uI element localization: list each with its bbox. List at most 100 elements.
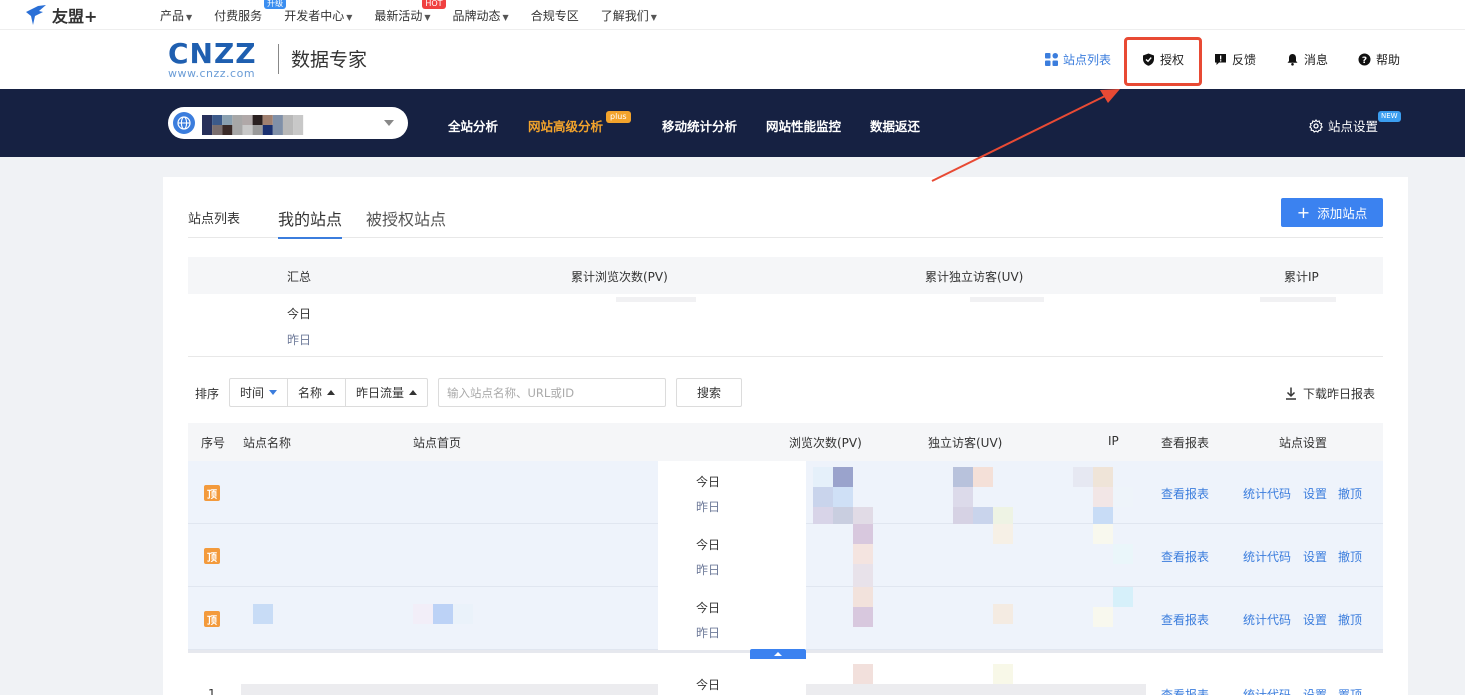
header: CNZZ www.cnzz.com 数据专家 站点列表 授权 反馈 消息 ? 帮… xyxy=(0,30,1465,89)
blurred-pv xyxy=(813,467,873,524)
row-today: 今日 xyxy=(696,475,721,489)
col-site-settings: 站点设置 xyxy=(1279,436,1328,450)
row-today: 今日 xyxy=(696,678,721,692)
stat-code-link[interactable]: 统计代码 xyxy=(1243,485,1291,502)
feedback-link[interactable]: 反馈 xyxy=(1214,51,1256,68)
blurred-site-name xyxy=(241,684,658,695)
site-search-input[interactable] xyxy=(438,378,666,407)
umeng-logo[interactable]: 友盟+ xyxy=(24,3,97,27)
download-report-link[interactable]: 下载昨日报表 xyxy=(1285,385,1375,402)
top-menu-developer[interactable]: 开发者中心 ▼ xyxy=(284,7,352,24)
blurred-pv xyxy=(853,524,873,587)
upgrade-badge: 升级 xyxy=(264,0,287,9)
settings-link[interactable]: 设置 xyxy=(1303,686,1327,695)
product-name: 数据专家 xyxy=(291,49,368,71)
top-menu-paid-services[interactable]: 付费服务 升级 xyxy=(214,0,287,24)
chevron-down-icon: ▼ xyxy=(650,12,657,22)
row-yesterday: 昨日 xyxy=(696,563,721,577)
top-menu-about[interactable]: 了解我们 ▼ xyxy=(601,7,657,24)
stat-code-link[interactable]: 统计代码 xyxy=(1243,686,1291,695)
row-yesterday: 昨日 xyxy=(696,500,721,514)
blurred-ip xyxy=(1093,524,1133,587)
date-cell xyxy=(658,587,806,650)
summary-col-pv: 累计浏览次数(PV) xyxy=(571,270,668,284)
gear-icon xyxy=(1309,118,1323,133)
blurred-homepage xyxy=(413,604,473,624)
col-site-name: 站点名称 xyxy=(243,436,292,450)
umeng-bird-icon xyxy=(26,5,46,25)
top-menu-activities[interactable]: 最新活动 HOT ▼ xyxy=(374,0,446,24)
date-cell xyxy=(658,461,806,524)
top-menu-compliance[interactable]: 合规专区 xyxy=(531,7,579,24)
new-badge: NEW xyxy=(1378,111,1401,122)
col-view-report: 查看报表 xyxy=(1161,436,1210,450)
col-pv: 浏览次数(PV) xyxy=(789,436,862,450)
summary-today: 今日 xyxy=(287,307,312,321)
nav-site-analysis[interactable]: 全站分析 xyxy=(448,116,498,135)
blurred-pv xyxy=(853,587,873,650)
site-settings-label: 站点设置 xyxy=(1328,119,1379,134)
message-link[interactable]: 消息 xyxy=(1286,51,1328,68)
cnzz-logo[interactable]: CNZZ www.cnzz.com xyxy=(168,40,257,80)
globe-icon xyxy=(173,112,195,134)
site-list-link[interactable]: 站点列表 xyxy=(1045,51,1111,68)
view-report-link[interactable]: 查看报表 xyxy=(1161,485,1209,502)
blurred-uv xyxy=(993,664,1013,684)
chevron-down-icon: ▼ xyxy=(502,12,509,22)
top-menu-brand-news[interactable]: 品牌动态 ▼ xyxy=(453,7,509,24)
chevron-down-icon: ▼ xyxy=(186,12,193,22)
stat-code-link[interactable]: 统计代码 xyxy=(1243,611,1291,628)
tabs-row: 站点列表 我的站点 被授权站点 xyxy=(188,177,1383,239)
stat-code-link[interactable]: 统计代码 xyxy=(1243,548,1291,565)
sort-by-time[interactable]: 时间 xyxy=(230,379,289,406)
nav-performance[interactable]: 网站性能监控 xyxy=(766,116,841,135)
nav-mobile-analysis[interactable]: 移动统计分析 xyxy=(662,116,737,135)
sort-toolbar: 排序 时间 名称 昨日流量 搜索 下载昨日报表 xyxy=(188,377,1383,407)
blurred-uv xyxy=(953,467,1013,524)
menu-label: 付费服务 xyxy=(214,8,263,23)
nav-advanced-analysis[interactable]: 网站高级分析 xyxy=(528,116,603,135)
settings-link[interactable]: 设置 xyxy=(1303,548,1327,565)
col-uv: 独立访客(UV) xyxy=(928,436,1003,450)
search-button[interactable]: 搜索 xyxy=(676,378,742,407)
view-report-link[interactable]: 查看报表 xyxy=(1161,611,1209,628)
sort-by-yesterday-traffic[interactable]: 昨日流量 xyxy=(346,379,427,406)
site-name-mosaic xyxy=(202,115,304,135)
top-menu: 产品 ▼ 付费服务 升级 开发者中心 ▼ 最新活动 HOT ▼ 品牌动态 ▼ 合规专区 了解… xyxy=(160,0,679,30)
tab-authorized-sites[interactable]: 被授权站点 xyxy=(366,206,446,230)
tab-my-sites[interactable]: 我的站点 xyxy=(278,206,343,239)
view-report-link[interactable]: 查看报表 xyxy=(1161,548,1209,565)
unpin-link[interactable]: 撤顶 xyxy=(1338,548,1362,565)
col-homepage: 站点首页 xyxy=(413,436,462,450)
top-menu-products[interactable]: 产品 ▼ xyxy=(160,7,192,24)
pin-link[interactable]: 置顶 xyxy=(1338,686,1362,695)
table-row: 顶 今日 昨日 查看报表 统计代码 设置 撤顶 xyxy=(188,524,1383,587)
top-nav: 友盟+ 产品 ▼ 付费服务 升级 开发者中心 ▼ 最新活动 HOT ▼ 品牌动态 ▼ 合规专… xyxy=(0,0,1465,30)
settings-link[interactable]: 设置 xyxy=(1303,485,1327,502)
logo-divider xyxy=(278,44,279,74)
row-today: 今日 xyxy=(696,601,721,615)
nav-data-return[interactable]: 数据返还 xyxy=(870,116,920,135)
table-row: 顶 今日 昨日 查看报表 统计代码 设置 撤顶 xyxy=(188,461,1383,524)
umeng-brand-text: 友盟+ xyxy=(52,7,98,26)
view-report-link[interactable]: 查看报表 xyxy=(1161,686,1209,695)
add-site-button[interactable]: + 添加站点 xyxy=(1281,198,1383,227)
row-today: 今日 xyxy=(696,538,721,552)
chevron-down-icon: ▼ xyxy=(424,12,431,22)
help-circle-icon: ? xyxy=(1358,53,1371,66)
unpin-link[interactable]: 撤顶 xyxy=(1338,611,1362,628)
menu-label: 了解我们 xyxy=(600,8,649,23)
site-selector[interactable] xyxy=(168,107,408,139)
summary-body: 今日 昨日 xyxy=(188,294,1383,357)
unpin-link[interactable]: 撤顶 xyxy=(1338,485,1362,502)
top-pin-badge: 顶 xyxy=(204,548,220,564)
site-settings-link[interactable]: 站点设置 xyxy=(1309,116,1378,135)
top-pin-badge: 顶 xyxy=(204,611,220,627)
grid-icon xyxy=(1045,53,1058,66)
sort-by-name[interactable]: 名称 xyxy=(288,379,347,406)
settings-link[interactable]: 设置 xyxy=(1303,611,1327,628)
scroll-to-top-tab[interactable] xyxy=(750,649,806,659)
blurred-uv xyxy=(993,524,1013,587)
download-icon xyxy=(1286,387,1296,400)
help-link[interactable]: ? 帮助 xyxy=(1358,51,1400,68)
